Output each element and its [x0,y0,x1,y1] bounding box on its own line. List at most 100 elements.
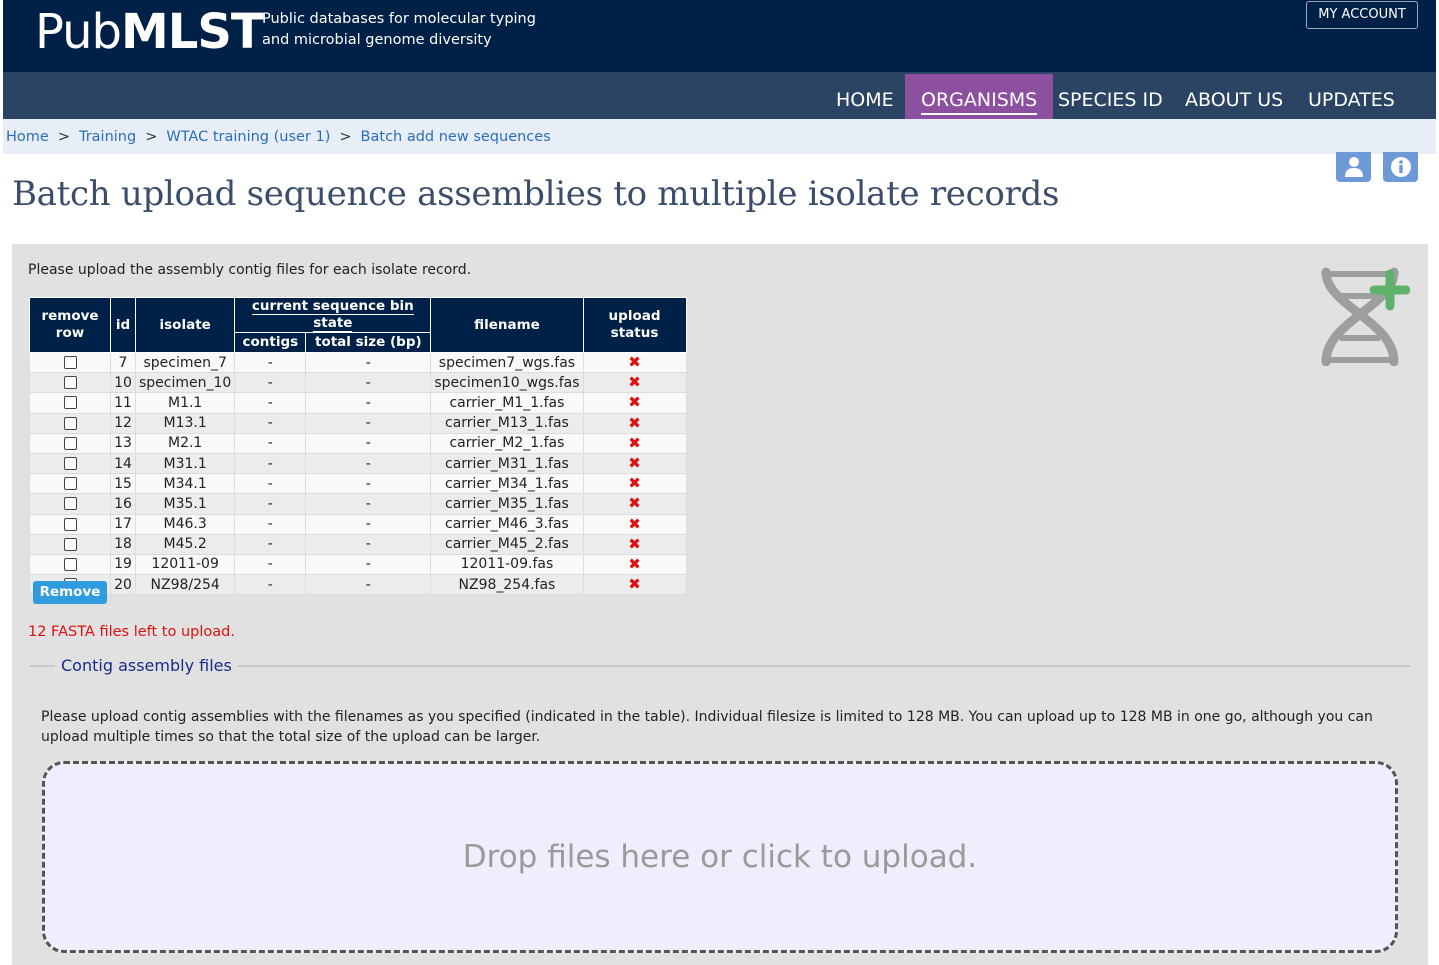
cell-upload-status: ✖ [582,392,687,414]
remove-row-checkbox[interactable] [63,416,77,430]
cell-total-size: - [305,473,432,495]
nav-home[interactable]: HOME [820,74,910,119]
cell-filename: specimen7_wgs.fas [430,351,584,374]
cell-filename: carrier_M13_1.fas [430,412,584,434]
cell-isolate: M2.1 [134,432,236,454]
contig-assembly-section: Contig assembly files Please upload cont… [30,656,1410,956]
nav-about-us[interactable]: ABOUT US [1169,74,1299,119]
cell-contigs: - [234,412,307,434]
cell-isolate: M35.1 [134,493,236,515]
info-icon[interactable] [1383,152,1418,182]
breadcrumb-training[interactable]: Training [79,129,136,145]
table-row: 19 12011-09- -12011-09.fas ✖ [29,553,687,576]
file-dropzone[interactable]: Drop files here or click to upload. [42,761,1398,953]
red-cross-icon: ✖ [628,373,641,392]
table-row: 14 M31.1- - carrier_M31_1.fas ✖ [29,452,687,475]
cell-upload-status: ✖ [582,452,687,475]
table-row: 15 M34.1- - carrier_M34_1.fas ✖ [29,473,687,495]
nav-organisms[interactable]: ORGANISMS [905,74,1054,119]
cell-id: 15 [110,473,136,495]
cell-upload-status: ✖ [582,473,687,495]
cell-id: 13 [110,432,136,454]
table-row: 10 specimen_10- - specimen10_wgs.fas ✖ [29,372,687,394]
cell-isolate: M31.1 [134,452,236,475]
cell-id: 11 [110,392,136,414]
cell-contigs: - [234,553,307,576]
cell-contigs: - [234,392,307,414]
col-header-upload-status: upload status [582,297,687,353]
cell-isolate: 12011-09 [134,553,236,576]
red-cross-icon: ✖ [628,413,641,432]
remove-row-checkbox[interactable] [63,436,77,450]
cell-upload-status: ✖ [582,432,687,454]
intro-text: Please upload the assembly contig files … [28,262,472,278]
files-left-message: 12 FASTA files left to upload. [28,624,235,640]
remove-row-checkbox[interactable] [63,356,77,370]
cell-isolate: M46.3 [134,513,236,535]
table-row: 13 M2.1- - carrier_M2_1.fas ✖ [29,432,687,454]
cell-total-size: - [305,432,432,454]
cell-contigs: - [234,372,307,394]
cell-isolate: M34.1 [134,473,236,495]
remove-row-cell [29,473,111,495]
cell-filename: specimen10_wgs.fas [430,372,584,394]
red-cross-icon: ✖ [628,494,641,513]
upload-table: remove row id isolate current sequence b… [29,297,687,596]
remove-row-cell [29,553,111,576]
remove-row-cell [29,412,111,434]
site-header: PubMLST Public databases for molecular t… [3,0,1436,72]
cell-isolate: M45.2 [134,533,236,555]
page-title: Batch upload sequence assemblies to mult… [12,174,1060,214]
cell-total-size: - [305,493,432,515]
cell-filename: NZ98_254.fas [430,574,584,596]
remove-row-checkbox[interactable] [63,477,77,491]
upload-panel: Please upload the assembly contig files … [12,244,1428,965]
cell-isolate: M1.1 [134,392,236,414]
red-cross-icon: ✖ [628,353,641,372]
cell-id: 7 [110,351,136,374]
breadcrumb-home[interactable]: Home [6,129,49,145]
pubmlst-logo[interactable]: PubMLST [35,6,264,58]
cell-contigs: - [234,432,307,454]
cell-contigs: - [234,533,307,555]
nav-species-id[interactable]: SPECIES ID [1042,74,1179,119]
breadcrumb-current[interactable]: Batch add new sequences [361,129,551,145]
remove-row-cell [29,351,111,374]
cell-upload-status: ✖ [582,574,687,596]
remove-row-checkbox[interactable] [63,557,77,571]
col-header-contigs: contigs [234,332,307,353]
cell-isolate: specimen_10 [134,372,236,394]
cell-contigs: - [234,513,307,535]
cell-id: 19 [110,553,136,576]
cell-upload-status: ✖ [582,493,687,515]
remove-row-checkbox[interactable] [63,396,77,410]
cell-upload-status: ✖ [582,412,687,434]
cell-total-size: - [305,513,432,535]
user-icon[interactable] [1336,152,1371,182]
cell-isolate: specimen_7 [134,351,236,374]
remove-row-cell [29,392,111,414]
remove-row-checkbox[interactable] [63,376,77,390]
remove-row-checkbox[interactable] [63,517,77,531]
cell-upload-status: ✖ [582,553,687,576]
remove-row-checkbox[interactable] [63,537,77,551]
remove-row-checkbox[interactable] [63,457,77,471]
remove-row-checkbox[interactable] [63,497,77,511]
breadcrumb-wtac-training[interactable]: WTAC training (user 1) [166,129,330,145]
nav-updates[interactable]: UPDATES [1292,74,1411,119]
cell-filename: carrier_M45_2.fas [430,533,584,555]
cell-total-size: - [305,553,432,576]
red-cross-icon: ✖ [628,534,641,553]
cell-filename: carrier_M46_3.fas [430,513,584,535]
cell-isolate: M13.1 [134,412,236,434]
red-cross-icon: ✖ [628,393,641,412]
remove-row-cell [29,533,111,555]
cell-total-size: - [305,372,432,394]
my-account-button[interactable]: MY ACCOUNT [1306,1,1418,29]
table-row: 17 M46.3- - carrier_M46_3.fas ✖ [29,513,687,535]
dna-add-icon [1321,267,1410,366]
cell-upload-status: ✖ [582,533,687,555]
cell-id: 16 [110,493,136,515]
red-cross-icon: ✖ [628,575,641,594]
remove-button[interactable]: Remove [33,581,107,604]
